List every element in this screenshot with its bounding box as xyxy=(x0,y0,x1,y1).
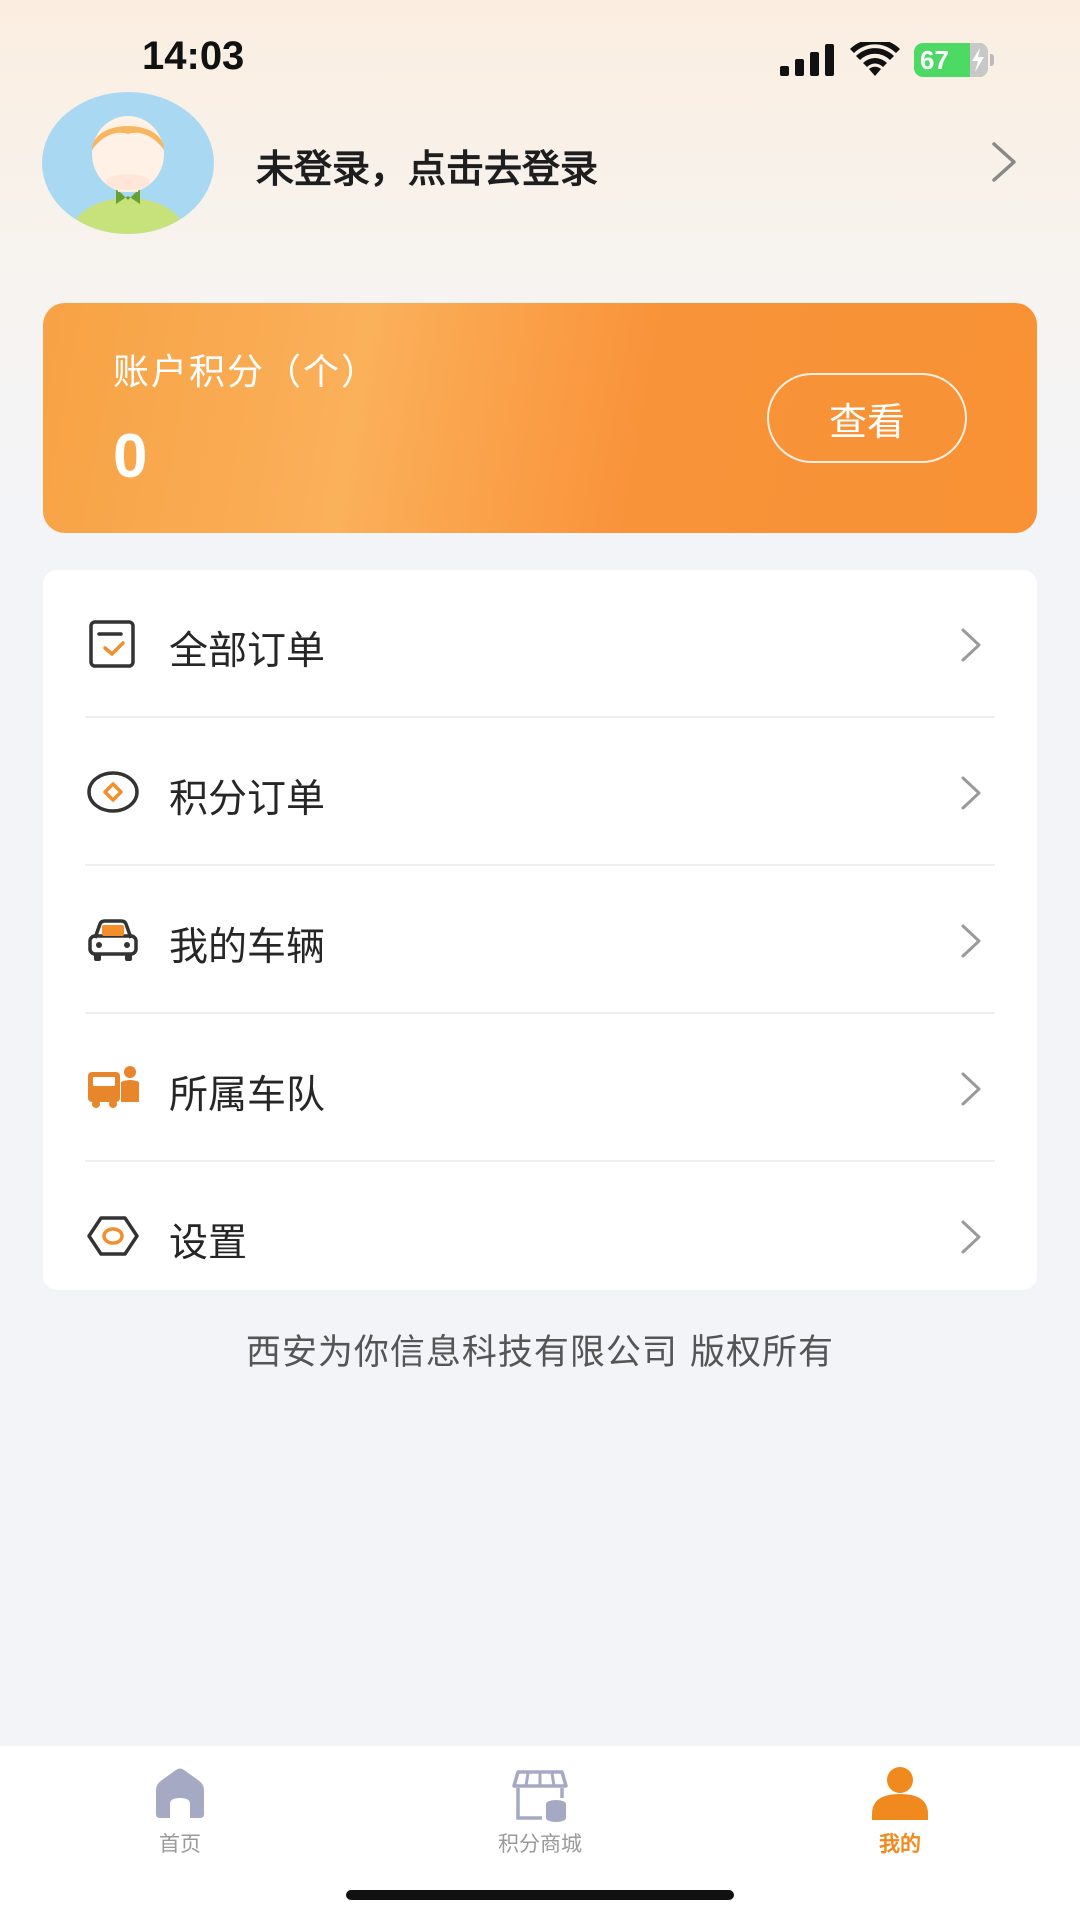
profile-header[interactable]: 未登录，点击去登录 xyxy=(0,90,1080,240)
points-value: 0 xyxy=(113,422,148,491)
battery-level: 67 xyxy=(920,44,949,75)
tab-mine[interactable]: 我的 xyxy=(800,1756,1000,1876)
tab-home[interactable]: 首页 xyxy=(80,1756,280,1876)
login-prompt[interactable]: 未登录，点击去登录 xyxy=(256,138,598,193)
charging-bolt-icon xyxy=(972,48,984,72)
avatar[interactable] xyxy=(42,92,214,234)
battery-charging-icon: 67 xyxy=(914,43,994,77)
menu-item-my-vehicles[interactable]: 我的车辆 xyxy=(43,866,1037,1014)
tab-label: 积分商城 xyxy=(498,1832,582,1856)
home-icon xyxy=(156,1768,204,1818)
menu-item-all-orders[interactable]: 全部订单 xyxy=(43,570,1037,718)
chevron-right-icon[interactable] xyxy=(984,140,1024,184)
menu-label: 所属车队 xyxy=(169,1073,326,1118)
points-order-icon xyxy=(87,771,139,813)
menu-item-settings[interactable]: 设置 xyxy=(43,1162,1037,1310)
view-points-button[interactable]: 查看 xyxy=(767,373,967,463)
status-time: 14:03 xyxy=(142,34,245,78)
fleet-icon xyxy=(88,1066,139,1108)
points-label: 账户积分（个） xyxy=(113,352,380,393)
points-card: 账户积分（个） 0 查看 xyxy=(43,303,1037,533)
menu-label: 全部订单 xyxy=(169,629,326,674)
menu-item-points-orders[interactable]: 积分订单 xyxy=(43,718,1037,866)
menu-label: 我的车辆 xyxy=(169,925,326,970)
menu-label: 积分订单 xyxy=(169,777,326,822)
chevron-right-icon xyxy=(961,628,981,662)
chevron-right-icon xyxy=(961,924,981,958)
settings-icon xyxy=(87,1216,139,1256)
wifi-icon xyxy=(850,42,900,76)
tab-label: 我的 xyxy=(879,1832,921,1856)
tab-label: 首页 xyxy=(159,1832,201,1856)
menu-item-fleet[interactable]: 所属车队 xyxy=(43,1014,1037,1162)
chevron-right-icon xyxy=(961,776,981,810)
chevron-right-icon xyxy=(961,1072,981,1106)
profile-icon xyxy=(872,1767,928,1820)
tab-points-store[interactable]: 积分商城 xyxy=(440,1756,640,1876)
status-icons: 67 xyxy=(780,40,994,80)
home-indicator[interactable] xyxy=(346,1890,734,1900)
avatar-illustration xyxy=(72,116,184,234)
copyright-text: 西安为你信息科技有限公司 版权所有 xyxy=(245,1333,835,1373)
orders-icon xyxy=(89,620,135,668)
signal-icon xyxy=(780,44,834,76)
store-icon xyxy=(512,1770,568,1822)
car-icon xyxy=(88,919,138,961)
menu-list: 全部订单 积分订单 我的车辆 所属车队 设置 xyxy=(43,570,1037,1290)
chevron-right-icon xyxy=(961,1220,981,1254)
menu-label: 设置 xyxy=(169,1221,248,1266)
